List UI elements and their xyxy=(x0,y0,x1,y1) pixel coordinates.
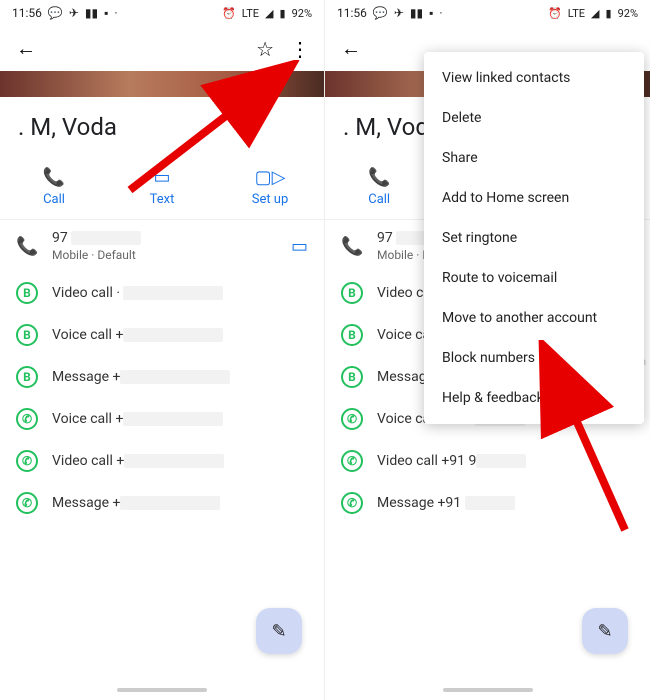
status-bar: 11:56 💬 ✈ ▮▮ ▪ · ⏰ LTE ◢ ▮ 92% xyxy=(325,0,650,26)
whatsapp-business-icon: B xyxy=(341,324,363,346)
contact-name: . M, Voda xyxy=(0,97,324,159)
phone-icon: 📞 xyxy=(341,236,363,257)
setup-action[interactable]: ▢⁠▷Set up xyxy=(216,159,324,219)
call-icon: 📞 xyxy=(325,167,433,188)
top-bar: ☆ ⋮ xyxy=(0,26,324,71)
list-item[interactable]: ✆Message + xyxy=(0,482,324,524)
whatsapp-icon: ✆ xyxy=(341,492,363,514)
menu-view-linked[interactable]: View linked contacts xyxy=(424,58,644,98)
list-item[interactable]: ✆Video call +91 9 xyxy=(325,440,650,482)
send-status-icon: ✈ xyxy=(69,6,79,20)
call-action[interactable]: 📞Call xyxy=(0,159,108,219)
list-item[interactable]: BMessage + xyxy=(0,356,324,398)
pencil-icon: ✎ xyxy=(271,621,286,642)
whatsapp-icon: ✆ xyxy=(16,408,38,430)
phone-prefix: 97 xyxy=(377,230,393,246)
video-icon: ▢⁠▷ xyxy=(216,167,324,188)
status-time: 11:56 xyxy=(12,6,42,20)
alarm-icon: ⏰ xyxy=(548,7,562,20)
overflow-menu: View linked contacts Delete Share Add to… xyxy=(424,52,644,424)
battery-icon: ▮ xyxy=(606,7,612,20)
whatsapp-status-icon: 💬 xyxy=(373,6,388,20)
list-item[interactable]: BVoice call + xyxy=(0,314,324,356)
battery-label: 92% xyxy=(292,7,312,20)
text-icon: ▭ xyxy=(108,167,216,188)
phone-meta: Mobile · Default xyxy=(52,248,277,262)
network-label: LTE xyxy=(242,7,259,20)
whatsapp-business-icon: B xyxy=(16,282,38,304)
whatsapp-business-icon: B xyxy=(16,366,38,388)
edit-fab[interactable]: ✎ xyxy=(256,608,302,654)
menu-move-account[interactable]: Move to another account xyxy=(424,298,644,338)
whatsapp-business-icon: B xyxy=(16,324,38,346)
list-item[interactable]: ✆Message +91 xyxy=(325,482,650,524)
network-label: LTE xyxy=(568,7,585,20)
signal-icon: ◢ xyxy=(591,7,599,20)
phone-prefix: 97 xyxy=(52,230,68,246)
edit-fab[interactable]: ✎ xyxy=(582,608,628,654)
pencil-icon: ✎ xyxy=(597,621,612,642)
phone-icon: 📞 xyxy=(16,236,38,257)
menu-share[interactable]: Share xyxy=(424,138,644,178)
whatsapp-icon: ✆ xyxy=(341,408,363,430)
favorite-button[interactable]: ☆ xyxy=(256,37,274,61)
message-status-icon: ▪ xyxy=(104,6,108,20)
menu-block-numbers[interactable]: Block numbers xyxy=(424,338,644,378)
whatsapp-icon: ✆ xyxy=(16,450,38,472)
contact-photo-banner[interactable] xyxy=(0,71,324,97)
menu-help-feedback[interactable]: Help & feedback xyxy=(424,378,644,418)
whatsapp-business-icon: B xyxy=(341,366,363,388)
menu-add-home[interactable]: Add to Home screen xyxy=(424,178,644,218)
screen-right: 11:56 💬 ✈ ▮▮ ▪ · ⏰ LTE ◢ ▮ 92% . M, Voda… xyxy=(325,0,650,700)
call-action[interactable]: 📞Call xyxy=(325,159,433,219)
alarm-icon: ⏰ xyxy=(222,7,236,20)
more-options-button[interactable]: ⋮ xyxy=(290,43,308,55)
whatsapp-status-icon: 💬 xyxy=(48,6,63,20)
menu-set-ringtone[interactable]: Set ringtone xyxy=(424,218,644,258)
whatsapp-icon: ✆ xyxy=(341,450,363,472)
back-button[interactable] xyxy=(341,36,361,61)
signal-icon: ◢ xyxy=(265,7,273,20)
message-status-icon: ▪ xyxy=(429,6,433,20)
send-status-icon: ✈ xyxy=(394,6,404,20)
battery-icon: ▮ xyxy=(280,7,286,20)
back-button[interactable] xyxy=(16,36,36,61)
action-row: 📞Call ▭Text ▢⁠▷Set up xyxy=(0,159,324,220)
whatsapp-icon: ✆ xyxy=(16,492,38,514)
pause-status-icon: ▮▮ xyxy=(85,6,98,20)
status-bar: 11:56 💬 ✈ ▮▮ ▪ · ⏰ LTE ◢ ▮ 92% xyxy=(0,0,324,26)
menu-route-voicemail[interactable]: Route to voicemail xyxy=(424,258,644,298)
nav-handle[interactable] xyxy=(443,688,533,692)
call-icon: 📞 xyxy=(0,167,108,188)
battery-label: 92% xyxy=(618,7,638,20)
pause-status-icon: ▮▮ xyxy=(410,6,423,20)
screen-left: 11:56 💬 ✈ ▮▮ ▪ · ⏰ LTE ◢ ▮ 92% ☆ ⋮ xyxy=(0,0,325,700)
text-action[interactable]: ▭Text xyxy=(108,159,216,219)
nav-handle[interactable] xyxy=(117,688,207,692)
list-item[interactable]: ✆Voice call + xyxy=(0,398,324,440)
menu-delete[interactable]: Delete xyxy=(424,98,644,138)
phone-entry[interactable]: 📞 97 Mobile · Default ▭ xyxy=(0,220,324,272)
whatsapp-business-icon: B xyxy=(341,282,363,304)
list-item[interactable]: ✆Video call + xyxy=(0,440,324,482)
message-icon[interactable]: ▭ xyxy=(291,236,308,257)
list-item[interactable]: BVideo call · xyxy=(0,272,324,314)
status-time: 11:56 xyxy=(337,6,367,20)
